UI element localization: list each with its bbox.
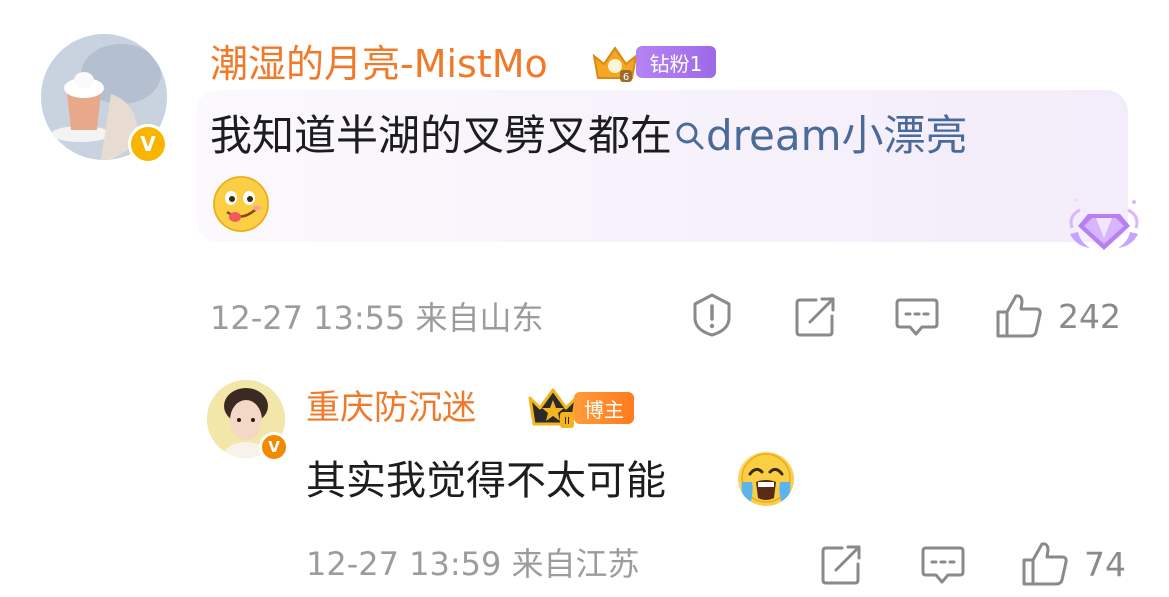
like-icon	[1022, 542, 1068, 586]
reply-meta: 12-27 13:59 来自江苏	[306, 544, 640, 584]
report-button[interactable]	[690, 292, 734, 338]
reply-location: 来自江苏	[511, 545, 640, 583]
comment-timestamp: 12-27 13:55	[210, 299, 406, 337]
reply-reply-button[interactable]	[920, 544, 966, 586]
comment-location: 来自山东	[415, 299, 544, 337]
like-button[interactable]: 242	[994, 292, 1121, 340]
verified-icon: V	[259, 432, 289, 462]
crown-icon: II	[528, 388, 578, 428]
reply-repost-button[interactable]	[820, 544, 864, 586]
svg-text:II: II	[564, 416, 570, 427]
reply-like-button[interactable]: 74	[1020, 540, 1126, 588]
repost-icon	[795, 297, 835, 337]
like-icon	[996, 294, 1042, 338]
author-badge: 博主	[574, 392, 634, 424]
crying-face-emoji-icon	[738, 452, 794, 506]
reply-icon	[895, 298, 939, 336]
reply-content: 其实我觉得不太可能	[306, 458, 666, 504]
reply-item: V 重庆防沉迷 II 博主 其实我觉得不太可能 12-27 13:59 来自江苏	[0, 0, 1169, 586]
reply-button[interactable]	[894, 296, 940, 338]
reply-timestamp: 12-27 13:59	[306, 545, 502, 583]
repost-button[interactable]	[794, 296, 838, 338]
reply-username[interactable]: 重庆防沉迷	[306, 386, 476, 430]
comment-meta: 12-27 13:55 来自山东	[210, 298, 544, 338]
like-count: 242	[1058, 296, 1121, 336]
report-icon	[693, 293, 731, 337]
like-count: 74	[1084, 544, 1126, 584]
repost-icon	[821, 545, 861, 585]
reply-icon	[921, 546, 965, 584]
